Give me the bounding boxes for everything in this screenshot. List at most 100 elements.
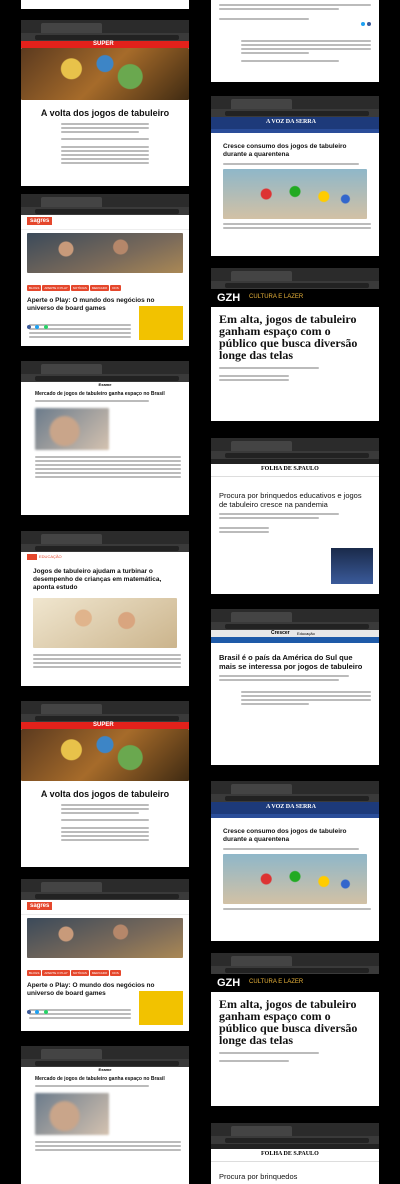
browser-tab[interactable] (231, 271, 292, 281)
tag[interactable]: MERCADO (89, 970, 110, 976)
window-controls[interactable] (214, 785, 228, 798)
article-card-crescer[interactable]: Crescer Educação Brasil é o país da Amér… (211, 609, 379, 765)
article-card-crescer-partial[interactable] (211, 0, 379, 82)
browser-tabbar (21, 194, 189, 211)
address-bar[interactable] (211, 622, 379, 630)
ad-banner[interactable] (139, 306, 183, 340)
address-bar[interactable] (211, 794, 379, 802)
browser-tab[interactable] (231, 1126, 292, 1136)
browser-tab[interactable] (231, 441, 292, 451)
browser-tab[interactable] (41, 23, 102, 33)
window-controls[interactable] (24, 198, 38, 211)
address-bar[interactable] (21, 33, 189, 41)
browser-tab[interactable] (231, 612, 292, 622)
tag[interactable]: DOS (110, 285, 121, 291)
hero-image (35, 1093, 109, 1135)
article-headline[interactable]: Mercado de jogos de tabuleiro ganha espa… (35, 391, 175, 397)
window-controls[interactable] (24, 535, 38, 548)
browser-tabbar (211, 268, 379, 285)
site-header: FOLHA DE S.PAULO (211, 1149, 379, 1162)
article-card-voz-da-serra-2[interactable]: A VOZ DA SERRA Cresce consumo dos jogos … (211, 781, 379, 941)
address-bar[interactable] (211, 451, 379, 459)
window-controls[interactable] (214, 442, 228, 455)
browser-tabbar (211, 953, 379, 970)
site-header: sagres (21, 900, 189, 915)
browser-tabbar (211, 781, 379, 798)
address-bar[interactable] (21, 374, 189, 382)
share-buttons[interactable] (219, 22, 371, 28)
address-bar[interactable] (211, 109, 379, 117)
article-card-educacao[interactable]: EDUCAÇÃO Jogos de tabuleiro ajudam a tur… (21, 531, 189, 686)
window-controls[interactable] (214, 613, 228, 626)
hero-image (223, 169, 367, 219)
address-bar[interactable] (211, 281, 379, 289)
article-card-exame-2[interactable]: Exame Mercado de jogos de tabuleiro ganh… (21, 1046, 189, 1184)
article-card-sagres[interactable]: sagres BLOGS APERTE O PLAY NOTÍCIAS MERCADO… (21, 194, 189, 346)
article-headline[interactable]: Procura por brinquedos (219, 1172, 371, 1181)
browser-tab[interactable] (41, 197, 102, 207)
browser-tab[interactable] (41, 534, 102, 544)
window-controls[interactable] (214, 272, 228, 285)
site-logo: GZH (217, 292, 241, 304)
article-headline[interactable]: A volta dos jogos de tabuleiro (27, 789, 183, 799)
tag[interactable]: DOS (110, 970, 121, 976)
browser-tab[interactable] (41, 704, 102, 714)
tag[interactable]: APERTE O PLAY (42, 285, 70, 291)
address-bar[interactable] (211, 966, 379, 974)
address-bar[interactable] (211, 1136, 379, 1144)
tag[interactable]: MERCADO (89, 285, 110, 291)
logo-mark (27, 554, 37, 560)
tag[interactable]: BLOGS (27, 285, 42, 291)
article-headline[interactable]: A volta dos jogos de tabuleiro (27, 108, 183, 118)
address-bar[interactable] (21, 207, 189, 215)
article-headline[interactable]: Mercado de jogos de tabuleiro ganha espa… (35, 1076, 175, 1082)
ad-banner[interactable] (139, 991, 183, 1025)
browser-tab[interactable] (231, 784, 292, 794)
article-card-super-2[interactable]: SUPER A volta dos jogos de tabuleiro (21, 701, 189, 867)
tag[interactable]: NOTÍCIAS (70, 285, 89, 291)
tag[interactable]: BLOGS (27, 970, 42, 976)
article-card-folha[interactable]: FOLHA DE S.PAULO Procura por brinquedos … (211, 438, 379, 594)
article-card-sagres-2[interactable]: sagres BLOGS APERTE O PLAY NOTÍCIAS MERCADO… (21, 879, 189, 1031)
window-controls[interactable] (214, 957, 228, 970)
article-card-voz-da-serra[interactable]: A VOZ DA SERRA Cresce consumo dos jogos … (211, 96, 379, 256)
window-controls[interactable] (214, 100, 228, 113)
window-controls[interactable] (24, 365, 38, 378)
browser-tabbar (211, 1123, 379, 1140)
article-card-gzh[interactable]: GZH CULTURA E LAZER Em alta, jogos de ta… (211, 268, 379, 421)
address-bar[interactable] (21, 892, 189, 900)
browser-tab[interactable] (41, 364, 102, 374)
article-headline[interactable]: Jogos de tabuleiro ajudam a turbinar o d… (33, 568, 177, 592)
article-headline[interactable]: Em alta, jogos de tabuleiro ganham espaç… (219, 998, 371, 1046)
article-card-exame[interactable]: Exame Mercado de jogos de tabuleiro ganh… (21, 361, 189, 515)
article-headline[interactable]: Brasil é o país da América do Sul que ma… (219, 653, 371, 671)
address-bar[interactable] (21, 1059, 189, 1067)
browser-tabbar (211, 609, 379, 626)
site-header: GZH CULTURA E LAZER (211, 289, 379, 307)
browser-tab[interactable] (231, 99, 292, 109)
article-headline[interactable]: Cresce consumo dos jogos de tabuleiro du… (223, 828, 367, 844)
article-card-gzh-2[interactable]: GZH CULTURA E LAZER Em alta, jogos de ta… (211, 953, 379, 1106)
window-controls[interactable] (214, 1127, 228, 1140)
address-bar[interactable] (21, 714, 189, 722)
address-bar[interactable] (21, 544, 189, 552)
article-card-super[interactable]: SUPER A volta dos jogos de tabuleiro (21, 20, 189, 186)
window-controls[interactable] (24, 24, 38, 37)
window-controls[interactable] (24, 705, 38, 718)
site-logo: sagres (27, 902, 53, 910)
article-card-folha-2[interactable]: FOLHA DE S.PAULO Procura por brinquedos (211, 1123, 379, 1184)
tag[interactable]: APERTE O PLAY (42, 970, 70, 976)
site-header: sagres (21, 215, 189, 230)
window-controls[interactable] (24, 1050, 38, 1063)
browser-tab[interactable] (41, 1049, 102, 1059)
article-headline[interactable]: Cresce consumo dos jogos de tabuleiro du… (223, 143, 367, 159)
sidebar-image[interactable] (331, 548, 373, 584)
browser-tab[interactable] (231, 956, 292, 966)
hero-image (33, 598, 177, 648)
window-controls[interactable] (24, 883, 38, 896)
browser-tab[interactable] (41, 882, 102, 892)
article-headline[interactable]: Em alta, jogos de tabuleiro ganham espaç… (219, 313, 371, 361)
article-headline[interactable]: Procura por brinquedos educativos e jogo… (219, 491, 371, 509)
tag[interactable]: NOTÍCIAS (70, 970, 89, 976)
hero-image (35, 408, 109, 450)
